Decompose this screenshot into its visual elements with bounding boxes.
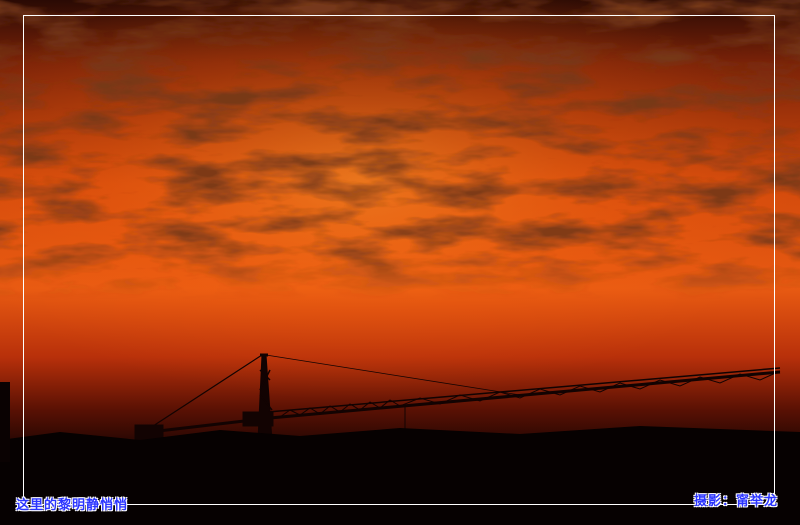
photo-border: [23, 15, 775, 505]
photo-title: 这里的黎明静悄悄: [16, 498, 129, 513]
photographer-credit: 摄影：甯举龙: [693, 494, 778, 509]
photo-frame: 这里的黎明静悄悄 摄影：甯举龙: [0, 0, 800, 525]
